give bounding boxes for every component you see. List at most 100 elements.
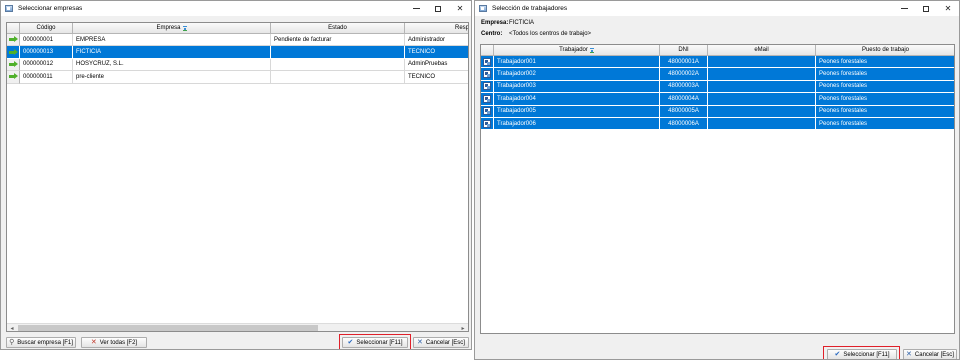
col-header-puesto[interactable]: Puesto de trabajo [816,45,954,56]
sort-icon [589,47,594,53]
cell-trabajador: Trabajador001 [494,56,660,69]
cell-dni: 48000001A [660,56,708,69]
cell-codigo: 000000012 [20,58,73,72]
select-workers-window: Selección de trabajadores ✕ Empresa:FICT… [474,0,960,360]
search-company-button[interactable]: ⚲ Buscar empresa [F1] [6,337,76,348]
cell-trabajador: Trabajador005 [494,105,660,118]
col-header-codigo[interactable]: Código [20,23,73,34]
centro-value: <Todos los centros de trabajo> [509,31,592,37]
worker-icon [483,107,491,116]
cell-puesto: Peones forestales [816,68,954,81]
cell-resp: TECNICO [405,71,468,84]
workers-header: Trabajador DNI eMail Puesto de trabajo [481,45,954,56]
empresa-value: FICTICIA [509,20,534,26]
workers-rows: Trabajador001 48000001A Peones forestale… [481,56,954,131]
empresa-info: Empresa:FICTICIA [481,20,534,26]
maximize-button[interactable] [427,1,449,16]
table-row[interactable]: Trabajador002 48000002A Peones forestale… [481,68,954,81]
scroll-left-icon[interactable]: ◂ [7,324,17,332]
cell-dni: 48000006A [660,117,708,131]
close-button[interactable]: ✕ [937,1,959,16]
cell-trabajador: Trabajador004 [494,93,660,106]
cell-codigo: 000000001 [20,34,73,47]
sort-icon [182,25,187,31]
cell-codigo: 000000011 [20,71,73,84]
arrow-right-icon [8,36,18,43]
cell-resp: Administrador [405,34,468,47]
cell-codigo: 000000013 [20,46,73,59]
cancel-button[interactable]: ✕ Cancelar [Esc] [903,349,957,359]
centro-info: Centro: <Todos los centros de trabajo> [481,31,592,37]
cell-dni: 48000003A [660,80,708,94]
table-row[interactable]: 000000011 pre-cliente TECNICO [7,71,468,84]
col-header-dni[interactable]: DNI [660,45,708,56]
cell-resp: AdminPruebas [405,59,468,72]
close-button[interactable]: ✕ [449,1,471,16]
cell-trabajador: Trabajador003 [494,80,660,94]
cell-puesto: Peones forestales [816,93,954,106]
select-highlight-box [823,346,900,359]
col-header-trabajador[interactable]: Trabajador [494,45,660,56]
worker-icon [483,82,491,91]
cell-empresa: pre-cliente [73,71,271,84]
cell-dni: 48000005A [660,105,708,118]
worker-icon [483,57,491,66]
table-row[interactable]: Trabajador005 48000005A Peones forestale… [481,105,954,118]
cell-resp: TECNICO [405,46,468,59]
horizontal-scrollbar[interactable]: ◂ ▸ [7,323,468,331]
col-header-empresa[interactable]: Empresa [73,23,271,34]
scrollbar-thumb[interactable] [18,325,318,331]
arrow-right-icon [8,73,18,80]
cell-estado [271,58,405,72]
cancel-button[interactable]: ✕ Cancelar [Esc] [413,337,469,348]
select-highlight-box [339,334,411,349]
worker-icon [483,94,491,103]
table-row[interactable]: Trabajador003 48000003A Peones forestale… [481,80,954,94]
cell-puesto: Peones forestales [816,105,954,118]
cell-empresa: HOSYCRUZ, S.L. [73,58,271,72]
minimize-button[interactable] [405,1,427,16]
scroll-right-icon[interactable]: ▸ [458,324,468,332]
view-all-button[interactable]: ✕ Ver todas [F2] [81,337,147,348]
workers-grid: Trabajador DNI eMail Puesto de trabajo T… [480,44,955,334]
table-row[interactable]: Trabajador001 48000001A Peones forestale… [481,56,954,69]
table-row[interactable]: 000000001 EMPRESA Pendiente de facturar … [7,34,468,47]
cell-email [708,68,816,81]
minimize-icon [412,8,420,9]
table-row[interactable]: Trabajador004 48000004A Peones forestale… [481,93,954,106]
cell-email [708,56,816,69]
cell-email [708,117,816,131]
left-titlebar: Seleccionar empresas ✕ [1,1,471,16]
cell-puesto: Peones forestales [816,56,954,69]
table-row[interactable]: Trabajador006 48000006A Peones forestale… [481,117,954,131]
app-window-icon [5,5,13,12]
cell-dni: 48000004A [660,93,708,106]
indicator-header [7,23,20,34]
maximize-button[interactable] [915,1,937,16]
col-header-email[interactable]: eMail [708,45,816,56]
col-header-resp[interactable]: Resp [405,23,468,34]
left-window-title: Seleccionar empresas [18,5,83,12]
cell-email [708,93,816,106]
right-titlebar: Selección de trabajadores ✕ [475,1,959,16]
cell-estado [271,71,405,84]
companies-rows: 000000001 EMPRESA Pendiente de facturar … [7,34,468,84]
cell-empresa: FICTICIA [73,46,271,59]
arrow-right-icon [8,48,18,56]
cell-email [708,105,816,118]
cell-puesto: Peones forestales [816,80,954,94]
select-companies-window: Seleccionar empresas ✕ Código Empresa Es… [0,0,472,350]
maximize-icon [923,5,929,12]
table-row[interactable]: 000000012 HOSYCRUZ, S.L. AdminPruebas [7,58,468,72]
col-header-estado[interactable]: Estado [271,23,405,34]
right-window-title: Selección de trabajadores [492,5,568,12]
worker-icon [483,119,491,128]
cancel-icon: ✕ [417,338,423,346]
cell-puesto: Peones forestales [816,117,954,131]
clear-filter-icon: ✕ [90,338,97,346]
table-row[interactable]: 000000013 FICTICIA TECNICO [7,46,468,59]
cell-trabajador: Trabajador002 [494,68,660,81]
search-icon: ⚲ [9,338,15,346]
minimize-button[interactable] [893,1,915,16]
close-icon: ✕ [456,4,464,13]
